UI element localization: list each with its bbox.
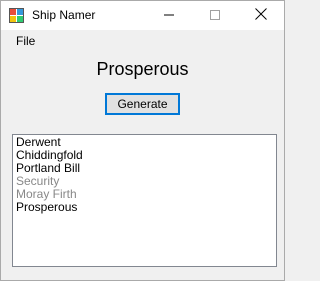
maximize-button[interactable] — [192, 1, 238, 30]
menu-file[interactable]: File — [10, 34, 41, 48]
minimize-button[interactable] — [146, 1, 192, 30]
close-icon — [255, 7, 267, 25]
menu-bar: File — [1, 31, 284, 51]
title-bar[interactable]: Ship Namer — [1, 1, 284, 30]
name-history-listbox[interactable]: Derwent Chiddingfold Portland Bill Security… — [12, 134, 277, 267]
generated-name-label: Prosperous — [96, 59, 189, 79]
main-window: Ship Namer File Prosperous Generate Derw… — [0, 0, 285, 281]
generate-button[interactable]: Generate — [105, 93, 180, 115]
window-title: Ship Namer — [32, 8, 96, 22]
close-button[interactable] — [238, 1, 284, 30]
app-window-icon — [9, 8, 25, 24]
list-item[interactable]: Prosperous — [16, 201, 273, 214]
maximize-icon — [210, 7, 220, 25]
minimize-icon — [164, 7, 174, 25]
